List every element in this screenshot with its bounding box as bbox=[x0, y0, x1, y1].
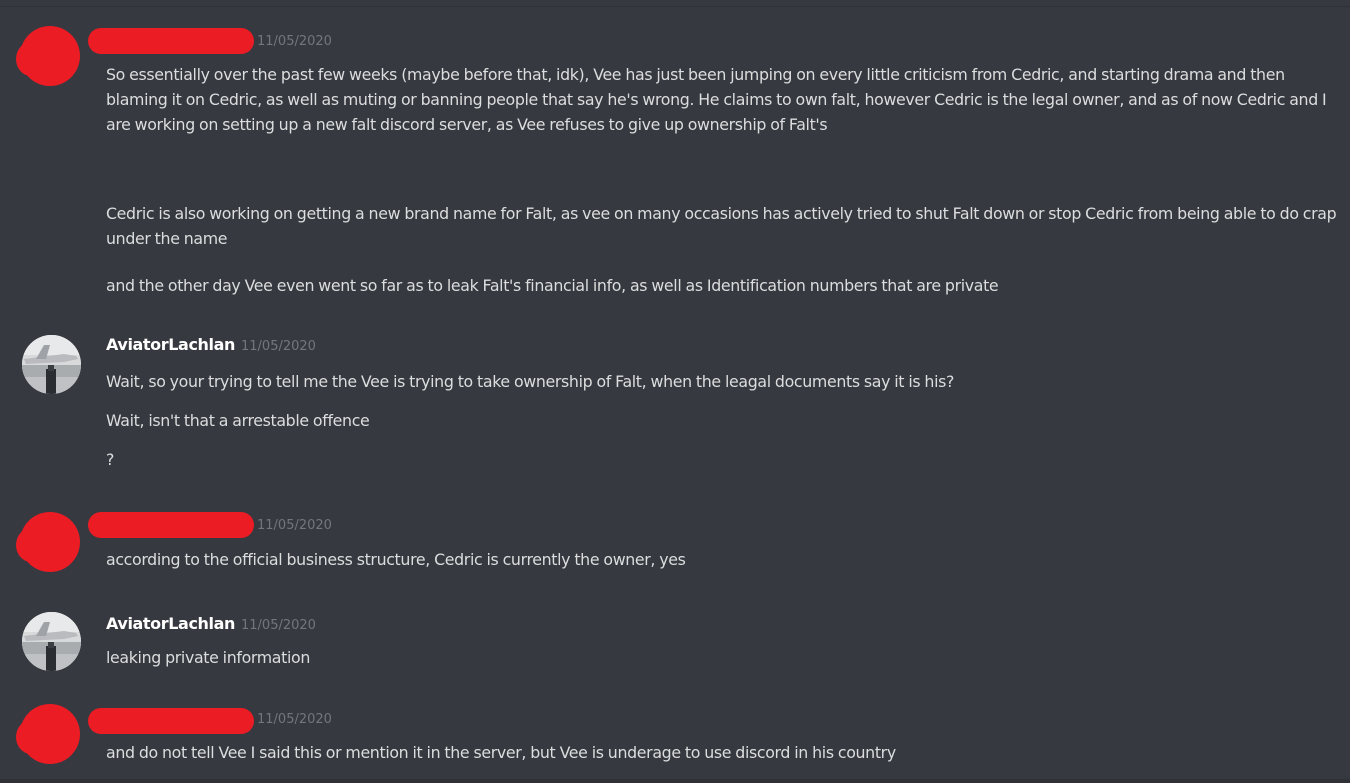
aircraft-photo-icon bbox=[22, 612, 81, 671]
message-timestamp: 11/05/2020 bbox=[257, 34, 332, 49]
message-text: Cedric is also working on getting a new … bbox=[106, 204, 1337, 248]
divider bbox=[0, 6, 1350, 7]
redacted-avatar[interactable] bbox=[16, 26, 80, 86]
redacted-avatar[interactable] bbox=[16, 512, 80, 572]
message-text: and the other day Vee even went so far a… bbox=[106, 276, 999, 295]
username-redaction bbox=[88, 512, 254, 538]
message-text: Wait, so your trying to tell me the Vee … bbox=[106, 372, 955, 391]
redacted-avatar[interactable] bbox=[16, 704, 80, 764]
aircraft-photo-icon bbox=[22, 335, 81, 394]
username-redaction bbox=[88, 708, 254, 734]
divider bbox=[0, 779, 1350, 783]
message-header: AviatorLachlan 11/05/2020 bbox=[106, 335, 316, 355]
chat-message-list[interactable]: 11/05/2020 So essentially over the past … bbox=[0, 0, 1350, 783]
message-timestamp: 11/05/2020 bbox=[257, 712, 332, 727]
message-text: and do not tell Vee I said this or menti… bbox=[106, 743, 896, 762]
aircraft-photo-avatar[interactable] bbox=[22, 335, 81, 394]
message-text: according to the official business struc… bbox=[106, 550, 686, 569]
username[interactable]: AviatorLachlan bbox=[106, 614, 235, 633]
username[interactable]: AviatorLachlan bbox=[106, 335, 235, 354]
message-timestamp: 11/05/2020 bbox=[257, 518, 332, 533]
username-redaction bbox=[88, 28, 254, 54]
message-text: leaking private information bbox=[106, 648, 310, 667]
aircraft-photo-avatar[interactable] bbox=[22, 612, 81, 671]
message-timestamp: 11/05/2020 bbox=[241, 618, 316, 633]
message-header: AviatorLachlan 11/05/2020 bbox=[106, 614, 316, 634]
message-text: Wait, isn't that a arrestable offence bbox=[106, 411, 370, 430]
message-timestamp: 11/05/2020 bbox=[241, 339, 316, 354]
message-text: So essentially over the past few weeks (… bbox=[106, 65, 1327, 134]
message-text: ? bbox=[106, 450, 115, 469]
